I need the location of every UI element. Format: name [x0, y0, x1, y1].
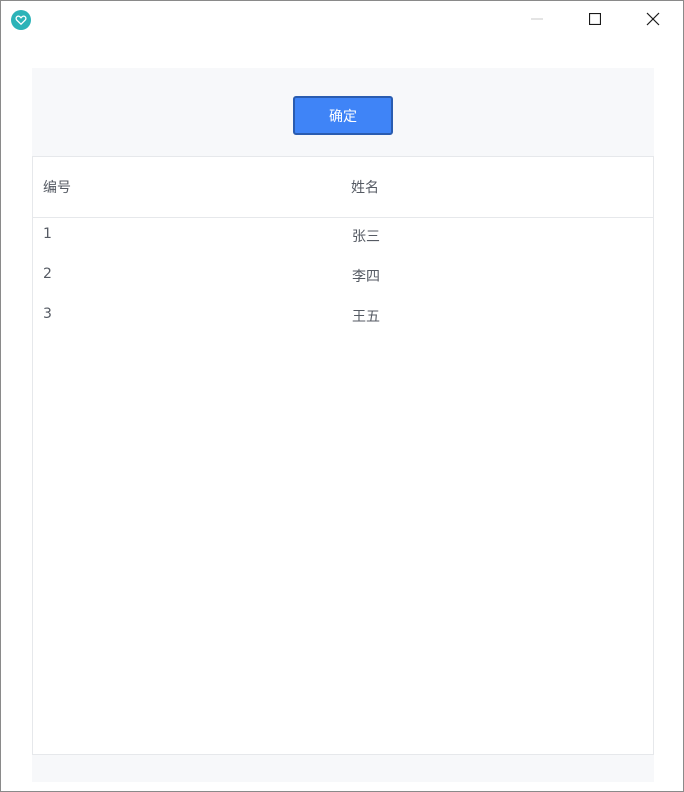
heart-icon: [11, 10, 31, 30]
heart-glyph: [15, 15, 27, 26]
data-table: 编号 姓名 1 张三 2 李四 3 王五: [32, 156, 654, 755]
main-panel: 确定 编号 姓名 1 张三 2 李四 3 王五: [32, 68, 654, 782]
cell-name: 李四: [352, 269, 380, 285]
column-header-id[interactable]: 编号: [43, 177, 71, 197]
table-row[interactable]: 2 李四: [33, 258, 653, 298]
minimize-button[interactable]: [509, 1, 565, 37]
title-bar[interactable]: [1, 1, 683, 39]
cell-id: 3: [43, 306, 52, 322]
minimize-icon: [531, 18, 543, 20]
cell-name: 张三: [352, 229, 380, 245]
table-row[interactable]: 1 张三: [33, 218, 653, 258]
table-row[interactable]: 3 王五: [33, 298, 653, 338]
table-body: 1 张三 2 李四 3 王五: [33, 218, 653, 338]
confirm-button[interactable]: 确定: [293, 96, 393, 135]
close-icon: [646, 12, 660, 26]
cell-id: 1: [43, 226, 52, 242]
maximize-icon: [589, 13, 601, 25]
cell-name: 王五: [352, 309, 380, 325]
close-button[interactable]: [625, 1, 681, 37]
column-header-name[interactable]: 姓名: [351, 177, 379, 197]
cell-id: 2: [43, 266, 52, 282]
toolbar: 确定: [32, 68, 654, 156]
maximize-button[interactable]: [567, 1, 623, 37]
app-window: 确定 编号 姓名 1 张三 2 李四 3 王五: [0, 0, 684, 792]
table-header: 编号 姓名: [33, 157, 653, 218]
